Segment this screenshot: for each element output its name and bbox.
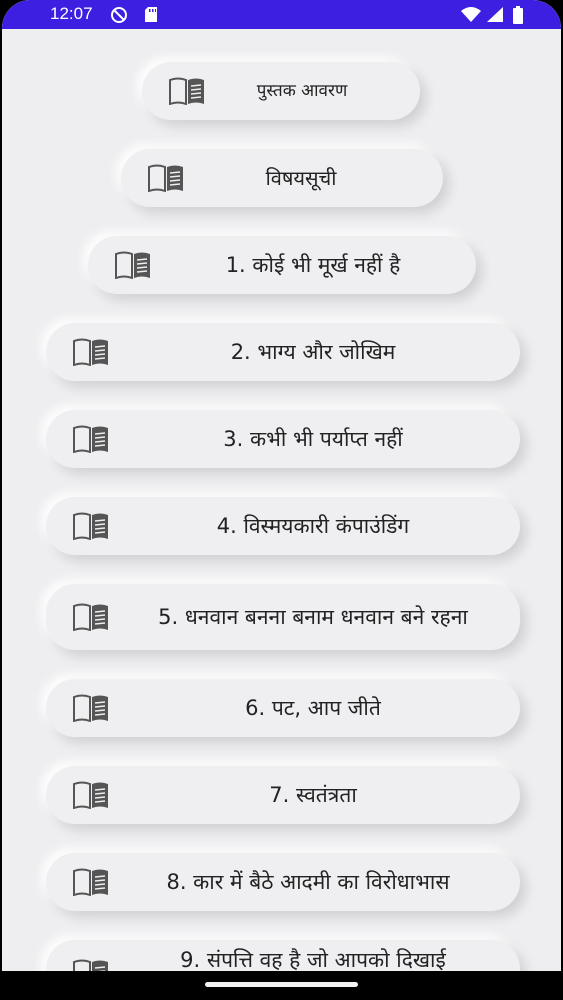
device-frame: 12:07 पुस्तक आवरण विषयसूची 1. कोई भी मूर… [0, 0, 563, 1000]
status-time: 12:07 [50, 4, 93, 23]
book-icon [73, 694, 108, 722]
home-gesture-handle[interactable] [205, 982, 358, 987]
book-icon [73, 512, 108, 540]
chapter-button-4[interactable]: 4. विस्मयकारी कंपाउंडिंग [46, 497, 520, 555]
chapter-list: पुस्तक आवरण विषयसूची 1. कोई भी मूर्ख नही… [2, 29, 561, 971]
chapter-label: 8. कार में बैठे आदमी का विरोधाभास [166, 870, 450, 894]
chapter-button-1[interactable]: 1. कोई भी मूर्ख नहीं है [88, 236, 476, 294]
book-icon [148, 164, 183, 192]
chapter-button-7[interactable]: 7. स्वतंत्रता [46, 766, 520, 824]
book-icon [73, 338, 108, 366]
book-icon [73, 781, 108, 809]
book-icon [73, 959, 108, 971]
chapter-label: 4. विस्मयकारी कंपाउंडिंग [216, 514, 410, 538]
chapter-label: 3. कभी भी पर्याप्त नहीं [223, 427, 403, 451]
battery-icon [513, 6, 523, 24]
status-bar: 12:07 [2, 0, 561, 29]
chapter-label: पुस्तक आवरण [256, 81, 348, 101]
no-disturb-icon [111, 7, 127, 23]
chapter-label: विषयसूची [265, 166, 337, 190]
chapter-button-2[interactable]: 2. भाग्य और जोखिम [46, 323, 520, 381]
book-icon [115, 251, 150, 279]
chapter-button-8[interactable]: 8. कार में बैठे आदमी का विरोधाभास [46, 853, 520, 911]
chapter-label: 6. पट, आप जीते [245, 696, 381, 720]
app-screen: 12:07 पुस्तक आवरण विषयसूची 1. कोई भी मूर… [2, 0, 561, 1000]
chapter-label: 9. संपत्ति वह है जो आपको दिखाई [180, 948, 446, 971]
navigation-bar [0, 971, 563, 1000]
book-icon [73, 868, 108, 896]
chapter-button-5[interactable]: 5. धनवान बनना बनाम धनवान बने रहना [46, 584, 520, 650]
wifi-icon [461, 7, 481, 22]
book-icon [73, 425, 108, 453]
signal-icon [487, 7, 503, 22]
chapter-button-9[interactable]: 9. संपत्ति वह है जो आपको दिखाई [46, 940, 520, 971]
chapter-label: 5. धनवान बनना बनाम धनवान बने रहना [158, 605, 468, 629]
chapter-button-cover[interactable]: पुस्तक आवरण [142, 62, 420, 120]
chapter-label: 1. कोई भी मूर्ख नहीं है [225, 253, 401, 277]
chapter-label: 2. भाग्य और जोखिम [230, 340, 396, 364]
sd-card-icon [145, 7, 157, 22]
chapter-label: 7. स्वतंत्रता [269, 783, 357, 807]
book-icon [169, 77, 204, 105]
chapter-button-6[interactable]: 6. पट, आप जीते [46, 679, 520, 737]
chapter-button-contents[interactable]: विषयसूची [121, 149, 443, 207]
book-icon [73, 603, 108, 631]
chapter-button-3[interactable]: 3. कभी भी पर्याप्त नहीं [46, 410, 520, 468]
